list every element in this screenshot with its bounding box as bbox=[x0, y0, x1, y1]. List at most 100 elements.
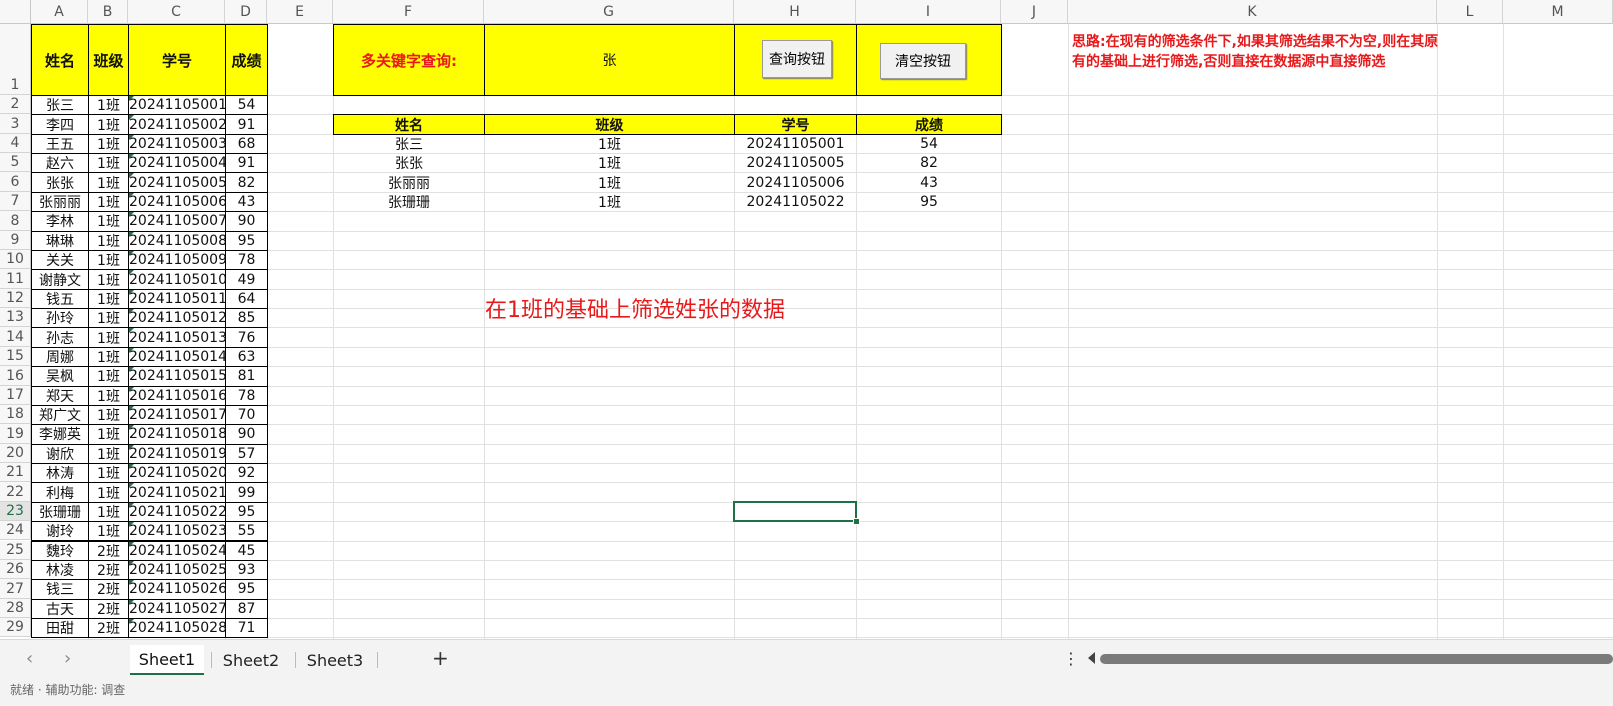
source-data-cell[interactable]: 20241105014 bbox=[128, 346, 226, 368]
source-header-cell[interactable]: 学号 bbox=[128, 24, 226, 96]
source-data-cell[interactable]: 81 bbox=[225, 366, 268, 387]
source-data-cell[interactable]: 57 bbox=[225, 443, 268, 465]
row-header[interactable]: 2 bbox=[0, 95, 31, 115]
row-header[interactable]: 23 bbox=[0, 501, 31, 522]
source-data-cell[interactable]: 76 bbox=[225, 327, 268, 348]
source-header-cell[interactable]: 姓名 bbox=[31, 24, 89, 96]
source-data-cell[interactable]: 63 bbox=[225, 346, 268, 368]
source-data-cell[interactable]: 1班 bbox=[88, 385, 129, 406]
tab-menu-icon[interactable]: ⋮ bbox=[1063, 649, 1079, 668]
source-data-cell[interactable]: 1班 bbox=[88, 95, 129, 116]
row-header[interactable]: 25 bbox=[0, 540, 31, 560]
source-data-cell[interactable]: 20241105006 bbox=[128, 191, 226, 213]
source-data-cell[interactable]: 关关 bbox=[31, 249, 89, 271]
row-header[interactable]: 16 bbox=[0, 366, 31, 386]
source-data-cell[interactable]: 李娜英 bbox=[31, 424, 89, 445]
column-header[interactable]: F bbox=[333, 0, 484, 24]
source-data-cell[interactable]: 20241105002 bbox=[128, 114, 226, 135]
source-data-cell[interactable]: 1班 bbox=[88, 327, 129, 348]
source-data-cell[interactable]: 20241105001 bbox=[128, 95, 226, 116]
source-data-cell[interactable]: 琳琳 bbox=[31, 230, 89, 251]
result-header-cell[interactable]: 班级 bbox=[484, 114, 735, 135]
source-data-cell[interactable]: 1班 bbox=[88, 308, 129, 329]
row-header[interactable]: 3 bbox=[0, 114, 31, 134]
column-header[interactable]: D bbox=[225, 0, 267, 24]
source-data-cell[interactable]: 赵六 bbox=[31, 153, 89, 174]
source-data-cell[interactable]: 20241105003 bbox=[128, 133, 226, 155]
row-header[interactable]: 27 bbox=[0, 579, 31, 599]
sheet-tab[interactable]: Sheet2 bbox=[214, 645, 288, 675]
row-header[interactable]: 21 bbox=[0, 463, 31, 483]
result-data-cell[interactable]: 20241105006 bbox=[734, 172, 857, 192]
source-data-cell[interactable]: 魏玲 bbox=[31, 540, 89, 561]
result-header-cell[interactable]: 学号 bbox=[734, 114, 857, 135]
source-data-cell[interactable]: 20241105007 bbox=[128, 211, 226, 232]
source-data-cell[interactable]: 20241105021 bbox=[128, 482, 226, 503]
source-data-cell[interactable]: 钱五 bbox=[31, 288, 89, 310]
row-header[interactable]: 15 bbox=[0, 346, 31, 367]
source-data-cell[interactable]: 张珊珊 bbox=[31, 501, 89, 523]
result-data-cell[interactable]: 张珊珊 bbox=[333, 192, 485, 212]
column-header[interactable]: J bbox=[1001, 0, 1068, 24]
sheet-tab[interactable]: Sheet1 bbox=[130, 645, 204, 675]
column-header[interactable]: A bbox=[31, 0, 88, 24]
source-data-cell[interactable]: 1班 bbox=[88, 114, 129, 135]
source-data-cell[interactable]: 85 bbox=[225, 308, 268, 329]
source-data-cell[interactable]: 1班 bbox=[88, 482, 129, 503]
source-data-cell[interactable]: 20241105023 bbox=[128, 521, 226, 542]
source-data-cell[interactable]: 张丽丽 bbox=[31, 191, 89, 213]
source-data-cell[interactable]: 郑天 bbox=[31, 385, 89, 406]
source-data-cell[interactable]: 20241105022 bbox=[128, 501, 226, 523]
source-data-cell[interactable]: 吴枫 bbox=[31, 366, 89, 387]
result-data-cell[interactable]: 43 bbox=[856, 172, 1002, 192]
source-data-cell[interactable]: 2班 bbox=[88, 540, 129, 561]
source-data-cell[interactable]: 55 bbox=[225, 521, 268, 542]
source-data-cell[interactable]: 1班 bbox=[88, 269, 129, 290]
column-header[interactable]: E bbox=[267, 0, 333, 24]
row-header[interactable]: 8 bbox=[0, 211, 31, 231]
source-data-cell[interactable]: 谢静文 bbox=[31, 269, 89, 290]
row-header[interactable]: 5 bbox=[0, 153, 31, 173]
result-data-cell[interactable]: 张张 bbox=[333, 153, 485, 173]
source-data-cell[interactable]: 93 bbox=[225, 559, 268, 581]
row-header[interactable]: 22 bbox=[0, 482, 31, 502]
query-keyword-cell[interactable]: 张 bbox=[484, 24, 735, 96]
source-data-cell[interactable]: 68 bbox=[225, 133, 268, 155]
source-data-cell[interactable]: 95 bbox=[225, 579, 268, 600]
source-data-cell[interactable]: 20241105012 bbox=[128, 308, 226, 329]
result-header-cell[interactable]: 成绩 bbox=[856, 114, 1002, 135]
result-data-cell[interactable]: 20241105022 bbox=[734, 192, 857, 212]
source-data-cell[interactable]: 李四 bbox=[31, 114, 89, 135]
source-data-cell[interactable]: 20241105017 bbox=[128, 404, 226, 426]
source-data-cell[interactable]: 1班 bbox=[88, 133, 129, 155]
source-data-cell[interactable]: 43 bbox=[225, 191, 268, 213]
source-data-cell[interactable]: 1班 bbox=[88, 230, 129, 251]
source-data-cell[interactable]: 周娜 bbox=[31, 346, 89, 368]
source-data-cell[interactable]: 20241105020 bbox=[128, 463, 226, 484]
sheet-tab[interactable]: Sheet3 bbox=[298, 645, 372, 675]
result-header-cell[interactable]: 姓名 bbox=[333, 114, 485, 135]
prev-sheet-icon[interactable]: ‹ bbox=[26, 648, 33, 669]
fill-handle[interactable] bbox=[853, 518, 860, 526]
row-header[interactable]: 4 bbox=[0, 133, 31, 154]
source-data-cell[interactable]: 古天 bbox=[31, 598, 89, 619]
source-data-cell[interactable]: 20241105026 bbox=[128, 579, 226, 600]
source-data-cell[interactable]: 49 bbox=[225, 269, 268, 290]
source-data-cell[interactable]: 20241105004 bbox=[128, 153, 226, 174]
column-header[interactable]: C bbox=[128, 0, 225, 24]
source-data-cell[interactable]: 20241105015 bbox=[128, 366, 226, 387]
row-header[interactable]: 29 bbox=[0, 617, 31, 638]
source-data-cell[interactable]: 20241105005 bbox=[128, 172, 226, 193]
source-data-cell[interactable]: 20241105018 bbox=[128, 424, 226, 445]
result-data-cell[interactable]: 张丽丽 bbox=[333, 172, 485, 192]
row-header[interactable]: 1 bbox=[0, 24, 31, 95]
clear-button[interactable]: 清空按钮 bbox=[880, 43, 966, 79]
source-data-cell[interactable]: 田甜 bbox=[31, 617, 89, 639]
next-sheet-icon[interactable]: › bbox=[64, 648, 71, 669]
source-data-cell[interactable]: 林涛 bbox=[31, 463, 89, 484]
source-data-cell[interactable]: 20241105025 bbox=[128, 559, 226, 581]
source-data-cell[interactable]: 91 bbox=[225, 153, 268, 174]
row-header[interactable]: 17 bbox=[0, 385, 31, 405]
source-data-cell[interactable]: 64 bbox=[225, 288, 268, 310]
source-data-cell[interactable]: 20241105024 bbox=[128, 540, 226, 561]
